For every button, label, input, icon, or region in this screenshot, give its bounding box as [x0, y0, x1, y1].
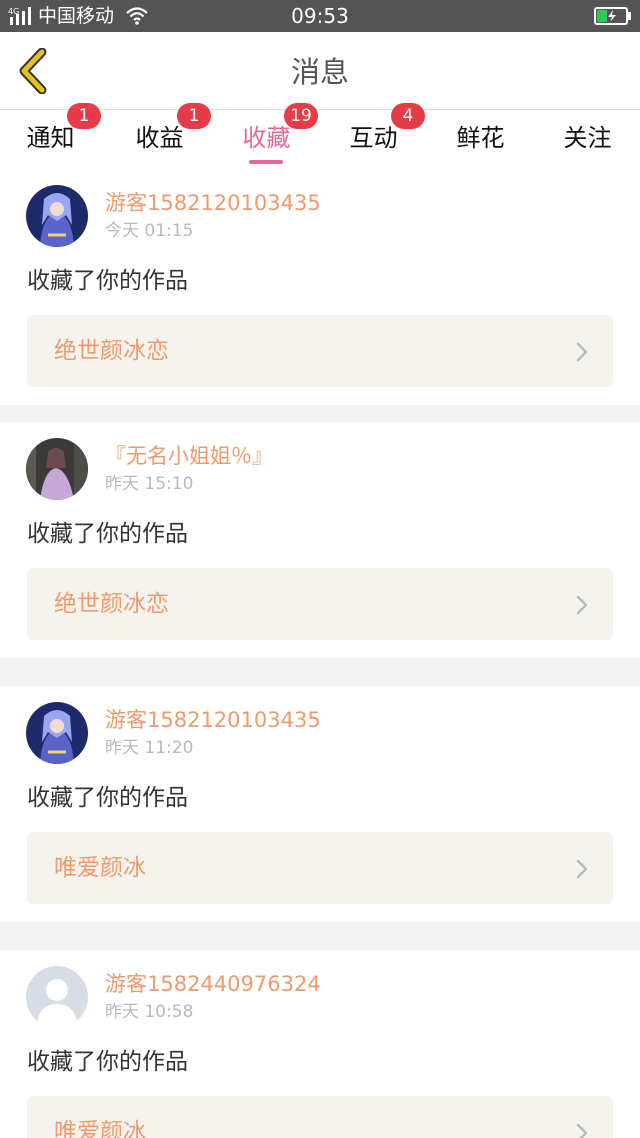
- action-text: 收藏了你的作品: [27, 785, 188, 811]
- active-tab-indicator: [249, 160, 283, 164]
- work-title: 唯爱颜冰: [54, 855, 146, 881]
- work-link[interactable]: 唯爱颜冰: [27, 832, 613, 904]
- action-text: 收藏了你的作品: [27, 1049, 188, 1075]
- work-link[interactable]: 唯爱颜冰: [27, 1096, 613, 1138]
- tab-label: 鲜花: [456, 124, 505, 152]
- username[interactable]: 游客1582440976324: [105, 970, 321, 998]
- notification-card: 『无名小姐姐％』 昨天 15:10 收藏了你的作品 绝世颜冰恋: [0, 422, 640, 658]
- action-text: 收藏了你的作品: [27, 268, 188, 294]
- badge-count: 1: [67, 103, 101, 129]
- chevron-right-icon: [576, 859, 588, 879]
- notification-card: 游客1582120103435 今天 01:15 收藏了你的作品 绝世颜冰恋: [0, 169, 640, 405]
- tab-flowers[interactable]: 鲜花: [427, 111, 534, 169]
- tab-follow[interactable]: 关注: [534, 111, 640, 169]
- badge-count: 19: [284, 103, 318, 129]
- work-title: 绝世颜冰恋: [54, 591, 169, 617]
- notification-list: 游客1582120103435 今天 01:15 收藏了你的作品 绝世颜冰恋 『…: [0, 169, 640, 1138]
- work-link[interactable]: 绝世颜冰恋: [27, 315, 613, 387]
- tab-notice[interactable]: 通知 1: [0, 103, 104, 169]
- action-text: 收藏了你的作品: [27, 521, 188, 547]
- timestamp: 昨天 15:10: [105, 474, 194, 494]
- chevron-right-icon: [576, 1123, 588, 1138]
- username[interactable]: 游客1582120103435: [105, 706, 321, 734]
- username[interactable]: 游客1582120103435: [105, 189, 321, 217]
- tab-interaction[interactable]: 互动 4: [320, 103, 427, 169]
- work-link[interactable]: 绝世颜冰恋: [27, 568, 613, 640]
- username[interactable]: 『无名小姐姐％』: [105, 442, 273, 470]
- work-title: 唯爱颜冰: [54, 1119, 146, 1138]
- avatar[interactable]: [26, 702, 88, 764]
- battery-charging-icon: [594, 7, 631, 25]
- work-title: 绝世颜冰恋: [54, 338, 169, 364]
- avatar[interactable]: [26, 438, 88, 500]
- tab-favorites[interactable]: 收藏 19: [213, 103, 320, 169]
- timestamp: 昨天 11:20: [105, 738, 194, 758]
- badge-count: 1: [177, 103, 211, 129]
- tab-bar: 通知 1 收益 1 收藏 19 互动 4 鲜花 关注: [0, 103, 640, 169]
- page-title: 消息: [290, 55, 349, 89]
- chevron-right-icon: [576, 595, 588, 615]
- timestamp: 今天 01:15: [105, 221, 194, 241]
- status-bar: 4G 中国移动 09:53: [0, 0, 640, 32]
- avatar[interactable]: [26, 185, 88, 247]
- nav-header: 消息: [0, 32, 640, 110]
- default-user-icon[interactable]: [26, 966, 88, 1028]
- chevron-right-icon: [576, 342, 588, 362]
- badge-count: 4: [391, 103, 425, 129]
- clock: 09:53: [291, 4, 349, 28]
- timestamp: 昨天 10:58: [105, 1002, 194, 1022]
- notification-card: 游客1582120103435 昨天 11:20 收藏了你的作品 唯爱颜冰: [0, 686, 640, 922]
- tab-label: 关注: [563, 124, 612, 152]
- notification-card: 游客1582440976324 昨天 10:58 收藏了你的作品 唯爱颜冰: [0, 950, 640, 1138]
- tab-earnings[interactable]: 收益 1: [106, 103, 213, 169]
